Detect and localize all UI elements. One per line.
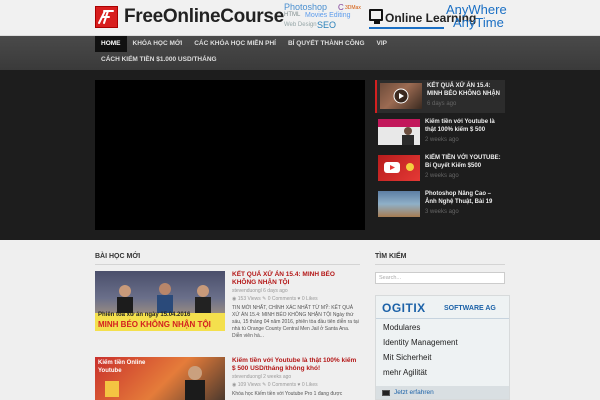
nav-item-new-courses[interactable]: KHÓA HỌC MỚI — [127, 36, 189, 52]
post-date: 6 days ago — [263, 288, 288, 294]
slide-date: 3 weeks ago — [425, 209, 459, 215]
featured-slider: KẾT QUẢ XỬ ÁN 15.4: MINH BÉO KHÔNG NHẬN … — [375, 80, 505, 217]
slider-item[interactable]: Kiếm tiền với Youtube là thật 100% kiếm … — [375, 116, 505, 149]
post-comments[interactable]: 0 Comments — [268, 296, 296, 302]
slide-thumbnail — [378, 119, 420, 145]
eye-icon: ◉ — [232, 382, 237, 388]
tag-word: C — [338, 3, 344, 12]
slide-date: 2 weeks ago — [425, 137, 459, 143]
post-thumbnail[interactable]: Kiếm tiền Online Youtube — [95, 357, 225, 400]
slide-thumbnail — [378, 155, 420, 181]
post-excerpt: Khóa học Kiếm tiền với Youtube Pro 1 đan… — [232, 391, 343, 397]
play-icon — [393, 88, 409, 104]
tag-word: Web Design — [284, 22, 317, 28]
post-likes[interactable]: 0 Likes — [302, 382, 318, 388]
post-stats: ◉ 153 Views ✎ 0 Comments ♥ 0 Likes — [232, 296, 318, 302]
slide-title: Kiếm tiền với Youtube là thật 100% kiếm … — [425, 119, 495, 133]
ad-footer[interactable]: Jetzt erfahren — [376, 386, 509, 399]
post-excerpt: TIN MỚI NHẤT, CHÍNH XÁC NHẤT TỪ MỸ: KẾT … — [232, 305, 359, 339]
ad-cta[interactable]: Jetzt erfahren — [394, 389, 434, 396]
slider-item[interactable]: Photoshop Nâng Cao – Ảnh Nghệ Thuật, Bài… — [375, 188, 505, 221]
post-author[interactable]: stevenduongl — [232, 374, 262, 380]
video-player[interactable] — [95, 80, 365, 230]
nav-item-free-courses[interactable]: CÁC KHÓA HỌC MIỄN PHÍ — [188, 36, 282, 52]
slide-thumbnail — [380, 83, 422, 109]
post-stats: ◉ 109 Views ✎ 0 Comments ♥ 0 Likes — [232, 382, 318, 388]
slide-title: KẾT QUẢ XỬ ÁN 15.4: MINH BÉO KHÔNG NHẬN — [427, 83, 500, 97]
post-item: Kiếm tiền Online Youtube Kiếm tiền với Y… — [95, 357, 360, 400]
image-caption-main: MINH BÉO KHÔNG NHẬN TỘI — [98, 320, 211, 329]
slide-title: KIẾM TIỀN VỚI YOUTUBE: Bí Quyết Kiếm $50… — [425, 155, 501, 169]
image-caption: Phiên tòa xử án ngày 15.04.2016 — [98, 312, 191, 318]
slide-date: 6 days ago — [427, 101, 457, 107]
slide-thumbnail — [378, 191, 420, 217]
post-comments[interactable]: 0 Comments — [268, 382, 296, 388]
slide-title: Photoshop Nâng Cao – Ảnh Nghệ Thuật, Bài… — [425, 191, 493, 205]
post-author-date: stevenduongl 6 days ago — [232, 288, 288, 294]
ad-text-line: Identity Management — [383, 338, 458, 347]
course-tag-cloud: Photoshop C 3DMax HTML Movies Editing We… — [283, 2, 363, 34]
slider-item[interactable]: KẾT QUẢ XỬ ÁN 15.4: MINH BÉO KHÔNG NHẬN … — [375, 80, 505, 113]
post-author-date: stevenduongl 2 weeks ago — [232, 374, 291, 380]
nav-item-home[interactable]: HOME — [95, 36, 127, 52]
ad-text-line: Mit Sicherheit — [383, 353, 432, 362]
tag-word: HTML — [284, 12, 301, 18]
post-likes[interactable]: 0 Likes — [302, 296, 318, 302]
advertisement[interactable]: OGITIX SOFTWARE AG Modulares Identity Ma… — [375, 295, 510, 400]
site-logo-text[interactable]: FreeOnlineCourse — [124, 6, 284, 28]
ad-text-line: Modulares — [383, 323, 421, 332]
slider-item[interactable]: KIẾM TIỀN VỚI YOUTUBE: Bí Quyết Kiếm $50… — [375, 152, 505, 185]
ad-divider — [376, 318, 509, 319]
post-author[interactable]: stevenduongl — [232, 288, 262, 294]
tagline-line2: AnyTime — [453, 15, 504, 30]
tag-word: 3DMax — [345, 5, 361, 11]
youtube-icon — [384, 162, 414, 173]
main-nav: HOME KHÓA HỌC MỚI CÁC KHÓA HỌC MIỄN PHÍ … — [0, 36, 600, 70]
eye-icon: ◉ — [232, 296, 237, 302]
site-logo-icon[interactable] — [95, 6, 118, 28]
image-caption: Kiếm tiền Online — [98, 360, 146, 366]
slide-date: 2 weeks ago — [425, 173, 459, 179]
brand-underline — [369, 27, 444, 29]
site-header: FreeOnlineCourse Photoshop C 3DMax HTML … — [0, 0, 600, 36]
post-thumbnail[interactable]: Phiên tòa xử án ngày 15.04.2016 MINH BÉO… — [95, 271, 225, 331]
computer-icon — [382, 390, 390, 396]
section-divider — [375, 264, 505, 265]
post-views: 109 Views — [237, 382, 261, 388]
monitor-icon — [369, 9, 383, 24]
post-title[interactable]: Kiếm tiền với Youtube là thật 100% kiếm … — [232, 357, 360, 373]
post-title[interactable]: KẾT QUẢ XỬ ÁN 15.4: MINH BÉO KHÔNG NHẬN … — [232, 271, 360, 287]
search-input[interactable]: Search... — [375, 272, 505, 284]
section-title-search: TÌM KIẾM — [375, 253, 407, 260]
post-date: 2 weeks ago — [263, 374, 292, 380]
nav-item-earn-money[interactable]: CÁCH KIẾM TIỀN $1.000 USD/THÁNG — [95, 53, 223, 69]
tag-word: SEO — [317, 20, 337, 30]
post-item: Phiên tòa xử án ngày 15.04.2016 MINH BÉO… — [95, 271, 360, 351]
person-thumbnail-icon — [402, 127, 414, 145]
ad-company: SOFTWARE AG — [444, 305, 496, 312]
post-views: 153 Views — [237, 296, 261, 302]
image-caption-main: Youtube — [98, 368, 122, 374]
tagline: AnyWhere AnyTime — [446, 3, 507, 29]
tag-word: Photoshop — [284, 2, 328, 12]
nav-item-success-secrets[interactable]: BÍ QUYẾT THÀNH CÔNG — [282, 36, 371, 52]
section-title-new-lessons: BÀI HỌC MỚI — [95, 253, 141, 260]
ad-text-line: mehr Agilität — [383, 368, 428, 377]
section-divider — [95, 264, 360, 265]
ad-logo: OGITIX — [382, 301, 426, 315]
tag-word: Movies Editing — [305, 12, 351, 19]
nav-item-vip[interactable]: VIP — [371, 36, 393, 52]
